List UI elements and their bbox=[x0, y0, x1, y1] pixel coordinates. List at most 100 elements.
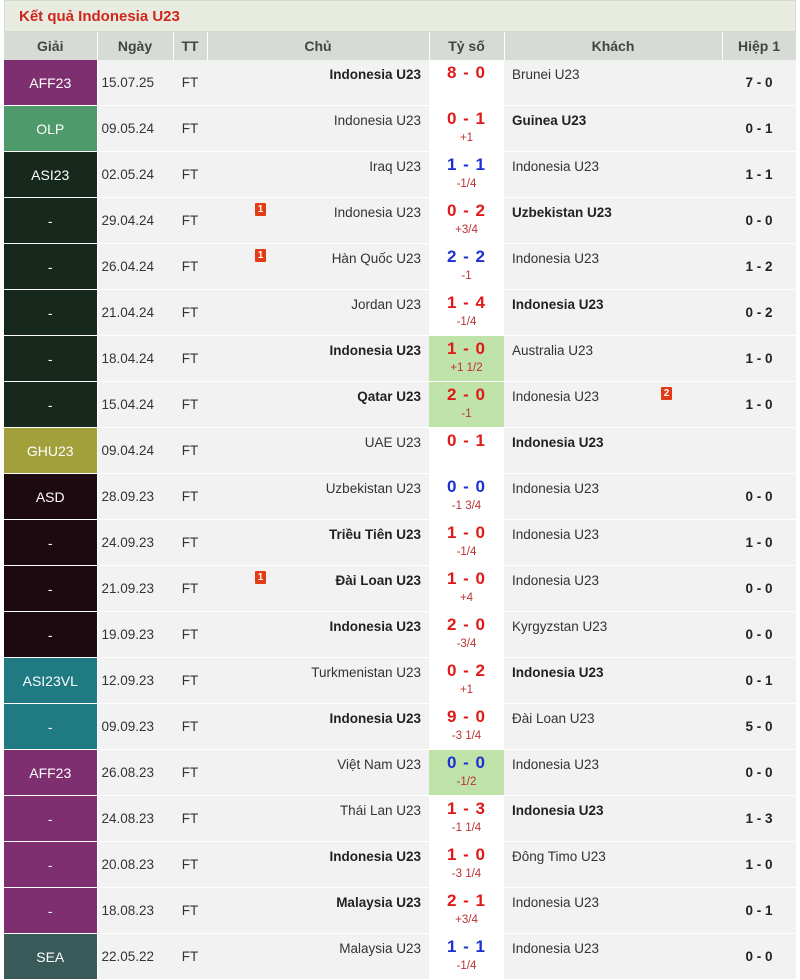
away-team-name[interactable]: Indonesia U23 bbox=[512, 941, 599, 956]
table-row[interactable]: OLP 09.05.24 FT Indonesia U23 0 - 1 +1 Guinea … bbox=[4, 105, 796, 152]
away-team-name[interactable]: Đài Loan U23 bbox=[512, 711, 595, 726]
score-cell[interactable]: 1 - 0 +4 bbox=[429, 565, 504, 612]
league-badge[interactable]: AFF23 bbox=[4, 60, 98, 106]
home-team-name[interactable]: UAE U23 bbox=[365, 435, 421, 450]
match-score[interactable]: 0 - 0 bbox=[429, 753, 504, 773]
table-row[interactable]: -21.04.24 FT Jordan U23 1 - 4 -1/4 Indonesia … bbox=[4, 289, 796, 336]
score-cell[interactable]: 1 - 1 -1/4 bbox=[429, 151, 504, 198]
home-team-name[interactable]: Indonesia U23 bbox=[329, 67, 421, 82]
away-team-name[interactable]: Brunei U23 bbox=[512, 67, 580, 82]
away-team-cell[interactable]: Indonesia U23 bbox=[504, 151, 722, 198]
home-team-cell[interactable]: 1 Hàn Quốc U23 bbox=[207, 243, 429, 290]
away-team-cell[interactable]: Indonesia U23 bbox=[504, 933, 722, 980]
home-team-name[interactable]: Iraq U23 bbox=[369, 159, 421, 174]
league-badge[interactable]: - bbox=[4, 519, 98, 566]
away-team-name[interactable]: Indonesia U23 bbox=[512, 527, 599, 542]
table-row[interactable]: ASI23 02.05.24 FT Iraq U23 1 - 1 -1/4 Indonesi… bbox=[4, 151, 796, 198]
score-cell[interactable]: 0 - 0 -1 3/4 bbox=[429, 473, 504, 520]
home-team-name[interactable]: Indonesia U23 bbox=[334, 205, 421, 220]
table-row[interactable]: ASI23VL 12.09.23 FT Turkmenistan U23 0 - 2 +1… bbox=[4, 657, 796, 704]
league-badge[interactable]: - bbox=[4, 887, 98, 934]
home-team-cell[interactable]: Indonesia U23 bbox=[207, 611, 429, 658]
match-score[interactable]: 2 - 0 bbox=[429, 615, 504, 635]
away-team-cell[interactable]: Đài Loan U23 bbox=[504, 703, 722, 750]
away-team-name[interactable]: Indonesia U23 bbox=[512, 481, 599, 496]
home-team-cell[interactable]: UAE U23 bbox=[207, 427, 429, 474]
away-team-name[interactable]: Indonesia U23 bbox=[512, 297, 604, 312]
away-team-cell[interactable]: Indonesia U23 bbox=[504, 243, 722, 290]
match-score[interactable]: 8 - 0 bbox=[429, 63, 504, 83]
match-score[interactable]: 2 - 1 bbox=[429, 891, 504, 911]
match-score[interactable]: 1 - 0 bbox=[429, 845, 504, 865]
home-team-cell[interactable]: 1 Đài Loan U23 bbox=[207, 565, 429, 612]
table-row[interactable]: -19.09.23 FT Indonesia U23 2 - 0 -3/4 Kyrgyzs… bbox=[4, 611, 796, 658]
league-badge[interactable]: - bbox=[4, 197, 98, 244]
match-score[interactable]: 1 - 0 bbox=[429, 523, 504, 543]
home-team-name[interactable]: Việt Nam U23 bbox=[337, 757, 421, 772]
score-cell[interactable]: 9 - 0 -3 1/4 bbox=[429, 703, 504, 750]
away-team-cell[interactable]: Brunei U23 bbox=[504, 60, 722, 106]
score-cell[interactable]: 2 - 0 -3/4 bbox=[429, 611, 504, 658]
away-team-cell[interactable]: Guinea U23 bbox=[504, 105, 722, 152]
table-row[interactable]: -24.08.23 FT Thái Lan U23 1 - 3 -1 1/4 Indone… bbox=[4, 795, 796, 842]
score-cell[interactable]: 2 - 1 +3/4 bbox=[429, 887, 504, 934]
table-row[interactable]: SEA 22.05.22 FT Malaysia U23 1 - 1 -1/4 Indone… bbox=[4, 933, 796, 980]
score-cell[interactable]: 2 - 2 -1 bbox=[429, 243, 504, 290]
score-cell[interactable]: 2 - 0 -1 bbox=[429, 381, 504, 428]
home-team-cell[interactable]: Indonesia U23 bbox=[207, 335, 429, 382]
score-cell[interactable]: 1 - 4 -1/4 bbox=[429, 289, 504, 336]
table-row[interactable]: -20.08.23 FT Indonesia U23 1 - 0 -3 1/4 Đông … bbox=[4, 841, 796, 888]
home-team-name[interactable]: Indonesia U23 bbox=[329, 619, 421, 634]
home-team-name[interactable]: Qatar U23 bbox=[357, 389, 421, 404]
league-badge[interactable]: ASI23 bbox=[4, 151, 98, 198]
league-badge[interactable]: ASI23VL bbox=[4, 657, 98, 704]
home-team-name[interactable]: Thái Lan U23 bbox=[340, 803, 421, 818]
away-team-name[interactable]: Indonesia U23 bbox=[512, 435, 604, 450]
match-score[interactable]: 0 - 2 bbox=[429, 661, 504, 681]
match-score[interactable]: 0 - 1 bbox=[429, 431, 504, 451]
match-score[interactable]: 0 - 1 bbox=[429, 109, 504, 129]
home-team-cell[interactable]: Qatar U23 bbox=[207, 381, 429, 428]
score-cell[interactable]: 8 - 0 bbox=[429, 60, 504, 106]
match-score[interactable]: 0 - 0 bbox=[429, 477, 504, 497]
home-team-name[interactable]: Triều Tiên U23 bbox=[329, 527, 421, 542]
away-team-name[interactable]: Indonesia U23 bbox=[512, 895, 599, 910]
home-team-cell[interactable]: Indonesia U23 bbox=[207, 60, 429, 106]
home-team-cell[interactable]: Indonesia U23 bbox=[207, 703, 429, 750]
score-cell[interactable]: 0 - 1 bbox=[429, 427, 504, 474]
match-score[interactable]: 1 - 0 bbox=[429, 339, 504, 359]
home-team-name[interactable]: Indonesia U23 bbox=[329, 849, 421, 864]
table-row[interactable]: -29.04.24 FT 1 Indonesia U23 0 - 2 +3/4 Uzbeki… bbox=[4, 197, 796, 244]
away-team-cell[interactable]: Uzbekistan U23 bbox=[504, 197, 722, 244]
away-team-name[interactable]: Indonesia U23 bbox=[512, 757, 599, 772]
match-score[interactable]: 0 - 2 bbox=[429, 201, 504, 221]
match-score[interactable]: 1 - 4 bbox=[429, 293, 504, 313]
home-team-name[interactable]: Malaysia U23 bbox=[336, 895, 421, 910]
home-team-cell[interactable]: Indonesia U23 bbox=[207, 841, 429, 888]
league-badge[interactable]: - bbox=[4, 335, 98, 382]
home-team-cell[interactable]: Thái Lan U23 bbox=[207, 795, 429, 842]
table-row[interactable]: ASD 28.09.23 FT Uzbekistan U23 0 - 0 -1 3/4 In… bbox=[4, 473, 796, 520]
score-cell[interactable]: 1 - 0 -1/4 bbox=[429, 519, 504, 566]
away-team-cell[interactable]: Indonesia U23 bbox=[504, 887, 722, 934]
away-team-cell[interactable]: Đông Timo U23 bbox=[504, 841, 722, 888]
table-row[interactable]: -18.04.24 FT Indonesia U23 1 - 0 +1 1/2 Austr… bbox=[4, 335, 796, 382]
match-score[interactable]: 1 - 1 bbox=[429, 155, 504, 175]
away-team-name[interactable]: Đông Timo U23 bbox=[512, 849, 606, 864]
away-team-cell[interactable]: Kyrgyzstan U23 bbox=[504, 611, 722, 658]
table-row[interactable]: -24.09.23 FT Triều Tiên U23 1 - 0 -1/4 Indone… bbox=[4, 519, 796, 566]
away-team-name[interactable]: Guinea U23 bbox=[512, 113, 586, 128]
away-team-name[interactable]: Indonesia U23 bbox=[512, 389, 599, 404]
away-team-cell[interactable]: Indonesia U23 2 bbox=[504, 381, 722, 428]
league-badge[interactable]: - bbox=[4, 795, 98, 842]
home-team-cell[interactable]: Indonesia U23 bbox=[207, 105, 429, 152]
table-row[interactable]: -26.04.24 FT 1 Hàn Quốc U23 2 - 2 -1 Indonesia… bbox=[4, 243, 796, 290]
table-row[interactable]: AFF23 26.08.23 FT Việt Nam U23 0 - 0 -1/2 Indo… bbox=[4, 749, 796, 796]
away-team-name[interactable]: Kyrgyzstan U23 bbox=[512, 619, 607, 634]
home-team-cell[interactable]: Malaysia U23 bbox=[207, 933, 429, 980]
league-badge[interactable]: SEA bbox=[4, 933, 98, 980]
home-team-cell[interactable]: Việt Nam U23 bbox=[207, 749, 429, 796]
table-row[interactable]: AFF23 15.07.25 FT Indonesia U23 8 - 0 Brunei … bbox=[4, 60, 796, 106]
table-row[interactable]: GHU23 09.04.24 FT UAE U23 0 - 1 Indonesia U23 bbox=[4, 427, 796, 474]
away-team-name[interactable]: Indonesia U23 bbox=[512, 803, 604, 818]
